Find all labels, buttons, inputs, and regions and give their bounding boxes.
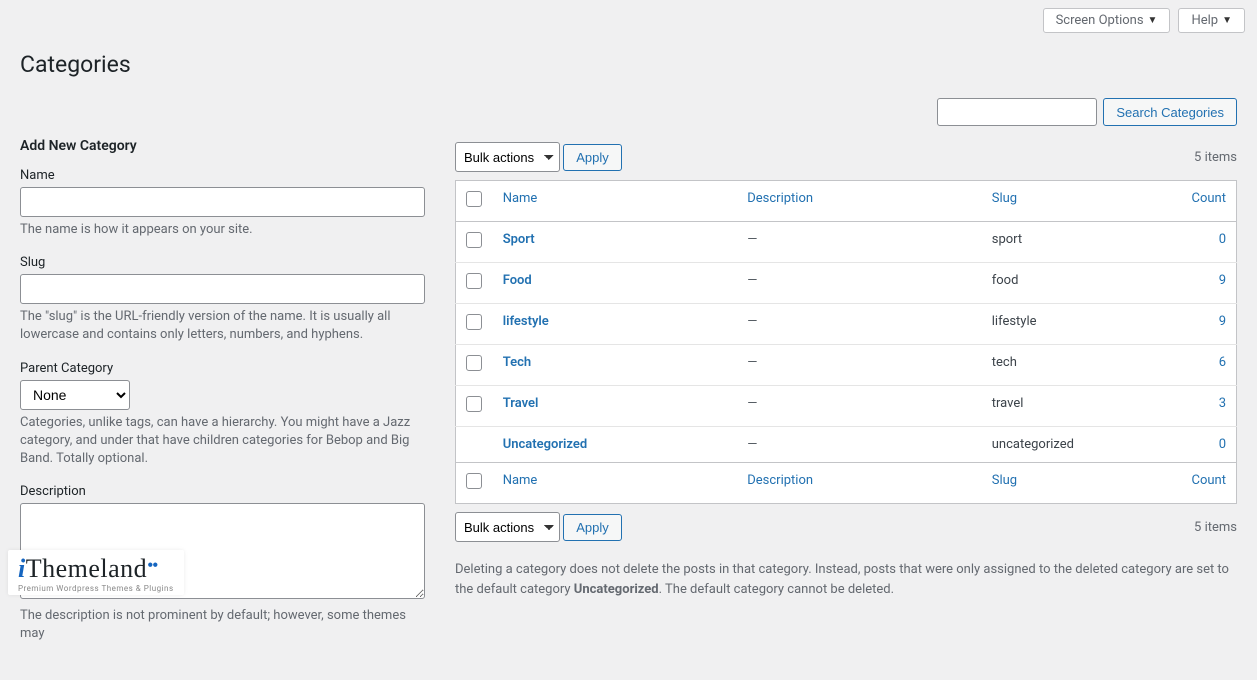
apply-button-top[interactable]: Apply xyxy=(563,144,622,171)
page-title: Categories xyxy=(20,51,1237,78)
category-name-link[interactable]: Travel xyxy=(503,396,539,411)
add-new-heading: Add New Category xyxy=(20,138,425,154)
table-row: Food — food 9 xyxy=(456,263,1237,304)
delete-note: Deleting a category does not delete the … xyxy=(455,560,1237,599)
bulk-actions-select-bottom[interactable]: Bulk actions xyxy=(455,512,560,542)
table-row: Travel — travel 3 xyxy=(456,386,1237,427)
description-help: The description is not prominent by defa… xyxy=(20,607,425,643)
help-label: Help xyxy=(1191,13,1218,28)
category-slug: tech xyxy=(982,345,1176,386)
row-checkbox[interactable] xyxy=(466,355,482,371)
slug-input[interactable] xyxy=(20,274,425,304)
category-description: — xyxy=(747,314,757,329)
items-count-top: 5 items xyxy=(1194,150,1237,165)
category-name-link[interactable]: Tech xyxy=(503,355,531,370)
name-label: Name xyxy=(20,168,425,183)
name-help: The name is how it appears on your site. xyxy=(20,221,425,239)
category-slug: food xyxy=(982,263,1176,304)
description-label: Description xyxy=(20,484,425,499)
help-tab[interactable]: Help ▼ xyxy=(1178,8,1245,33)
parent-help: Categories, unlike tags, can have a hier… xyxy=(20,414,425,469)
screen-options-tab[interactable]: Screen Options ▼ xyxy=(1043,8,1171,33)
category-count-link[interactable]: 3 xyxy=(1219,396,1226,411)
col-count[interactable]: Count xyxy=(1192,191,1226,206)
name-input[interactable] xyxy=(20,187,425,217)
select-all-top[interactable] xyxy=(466,191,482,207)
category-description: — xyxy=(747,273,757,288)
caret-down-icon: ▼ xyxy=(1222,15,1232,26)
category-name-link[interactable]: Food xyxy=(503,273,532,288)
parent-select[interactable]: None xyxy=(20,380,130,410)
table-row: Uncategorized — uncategorized 0 xyxy=(456,427,1237,463)
col-slug[interactable]: Slug xyxy=(992,473,1017,488)
caret-down-icon: ▼ xyxy=(1148,15,1158,26)
items-count-bottom: 5 items xyxy=(1194,520,1237,535)
table-row: Sport — sport 0 xyxy=(456,222,1237,263)
bulk-actions-select-top[interactable]: Bulk actions xyxy=(455,142,560,172)
category-slug: lifestyle xyxy=(982,304,1176,345)
parent-label: Parent Category xyxy=(20,361,425,376)
category-name-link[interactable]: lifestyle xyxy=(503,314,549,329)
select-all-bottom[interactable] xyxy=(466,473,482,489)
category-name-link[interactable]: Uncategorized xyxy=(503,437,588,452)
slug-help: The "slug" is the URL-friendly version o… xyxy=(20,308,425,344)
col-name[interactable]: Name xyxy=(503,473,538,488)
categories-table: Name Description Slug Count Sport — sport 0… xyxy=(455,180,1237,504)
category-slug: uncategorized xyxy=(982,427,1176,463)
category-description: — xyxy=(747,437,757,452)
category-count-link[interactable]: 6 xyxy=(1219,355,1226,370)
col-description[interactable]: Description xyxy=(747,473,813,488)
search-input[interactable] xyxy=(937,98,1097,126)
row-checkbox[interactable] xyxy=(466,314,482,330)
screen-options-label: Screen Options xyxy=(1056,13,1144,28)
category-slug: travel xyxy=(982,386,1176,427)
col-name[interactable]: Name xyxy=(503,191,538,206)
category-description: — xyxy=(747,232,757,247)
category-count-link[interactable]: 9 xyxy=(1219,273,1226,288)
row-checkbox[interactable] xyxy=(466,273,482,289)
row-checkbox[interactable] xyxy=(466,396,482,412)
category-count-link[interactable]: 0 xyxy=(1219,232,1226,247)
row-checkbox[interactable] xyxy=(466,232,482,248)
col-description[interactable]: Description xyxy=(747,191,813,206)
brand-logo: iThemeland●● Premium Wordpress Themes & … xyxy=(8,550,184,595)
table-row: Tech — tech 6 xyxy=(456,345,1237,386)
slug-label: Slug xyxy=(20,255,425,270)
col-slug[interactable]: Slug xyxy=(992,191,1017,206)
category-count-link[interactable]: 0 xyxy=(1219,437,1226,452)
category-count-link[interactable]: 9 xyxy=(1219,314,1226,329)
apply-button-bottom[interactable]: Apply xyxy=(563,514,622,541)
category-description: — xyxy=(747,396,757,411)
category-slug: sport xyxy=(982,222,1176,263)
category-description: — xyxy=(747,355,757,370)
table-row: lifestyle — lifestyle 9 xyxy=(456,304,1237,345)
search-button[interactable]: Search Categories xyxy=(1103,98,1237,126)
col-count[interactable]: Count xyxy=(1192,473,1226,488)
category-name-link[interactable]: Sport xyxy=(503,232,535,247)
